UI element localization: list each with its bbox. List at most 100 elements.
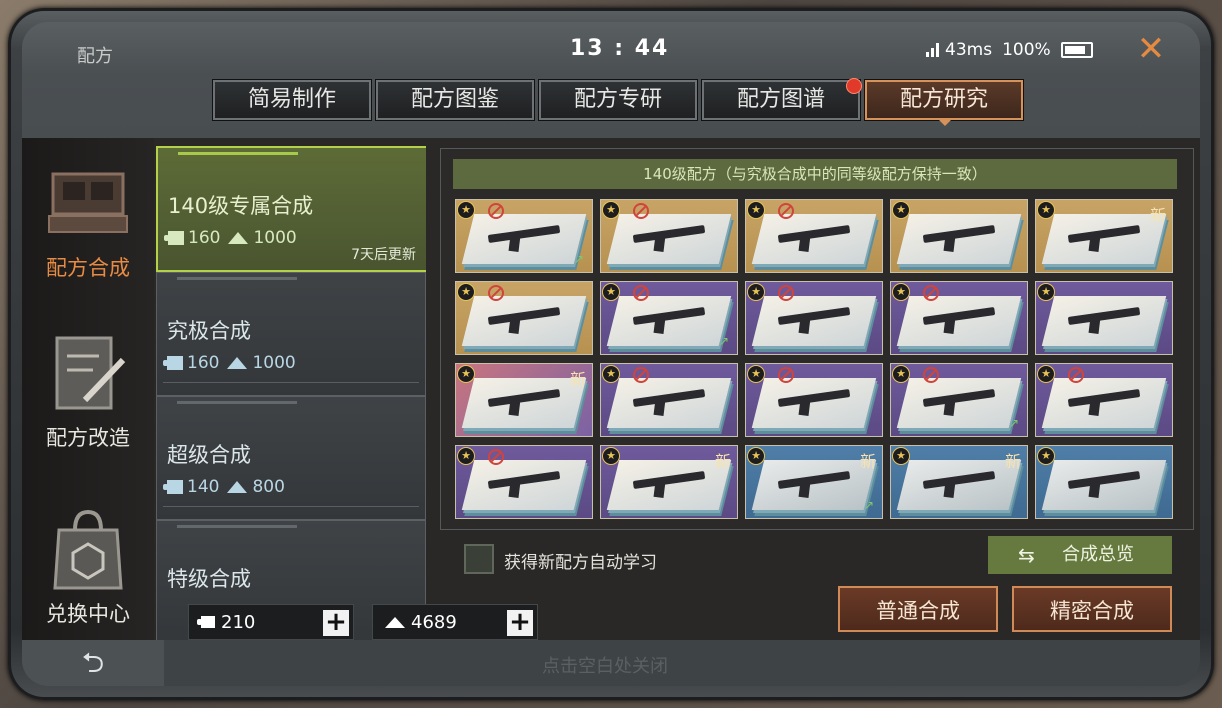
- tab-simple-craft[interactable]: 简易制作: [213, 80, 371, 120]
- recipe-card[interactable]: ★: [455, 445, 593, 519]
- blueprint-paper: [751, 378, 877, 428]
- recipe-item-super[interactable]: 超级合成 140 800: [156, 396, 426, 520]
- recipe-card[interactable]: ★: [600, 199, 738, 273]
- star-icon: ★: [1037, 283, 1055, 301]
- grid-header: 140级配方（与究极合成中的同等级配方保持一致）: [453, 159, 1177, 189]
- blueprint-paper: [461, 378, 587, 428]
- star-icon: ★: [457, 201, 475, 219]
- main-panel: 配方合成 配方改造 兑换中心 140级专属合成 160 1000 7天后更新 究…: [22, 138, 1200, 640]
- recipe-card[interactable]: ★ 新: [455, 363, 593, 437]
- new-badge: 新: [1004, 452, 1021, 471]
- recipe-name: 究极合成: [167, 319, 251, 343]
- nav-recipe-synthesis[interactable]: 配方合成: [22, 160, 154, 282]
- tab-recipe-catalog[interactable]: 配方图鉴: [376, 80, 534, 120]
- star-icon: ★: [457, 365, 475, 383]
- recipe-card[interactable]: ★ 新 ↗: [745, 445, 883, 519]
- recipe-card[interactable]: ★: [600, 363, 738, 437]
- nav-recipe-modify[interactable]: 配方改造: [22, 330, 154, 452]
- blueprint-paper: [896, 460, 1022, 510]
- recipe-item-ultimate[interactable]: 究极合成 160 1000: [156, 272, 426, 396]
- normal-synthesis-button[interactable]: 普通合成: [838, 586, 998, 632]
- star-icon: ★: [892, 201, 910, 219]
- close-hint: 点击空白处关闭: [542, 656, 668, 677]
- trend-icon: ↗: [863, 498, 874, 512]
- auto-learn-checkbox[interactable]: [464, 544, 494, 574]
- blueprint-paper: [461, 296, 587, 346]
- locked-icon: [488, 203, 504, 219]
- game-screen: 配方 13 : 44 43ms 100% ✕ 简易制作 配方图鉴 配方专研 配方…: [22, 22, 1200, 686]
- add-ingot-button[interactable]: +: [507, 609, 533, 636]
- fragment-icon: [163, 480, 183, 494]
- back-button[interactable]: ⮌: [22, 640, 164, 686]
- tab-recipe-research[interactable]: 配方研究: [865, 80, 1023, 126]
- tab-recipe-map[interactable]: 配方图谱: [702, 78, 862, 120]
- star-icon: ★: [892, 365, 910, 383]
- ingot-icon: [228, 232, 249, 244]
- nav-exchange-center[interactable]: 兑换中心: [22, 506, 154, 628]
- locked-icon: [1068, 367, 1084, 383]
- recipe-item-140[interactable]: 140级专属合成 160 1000 7天后更新: [156, 146, 426, 272]
- recipe-name: 超级合成: [167, 443, 251, 467]
- recipe-card[interactable]: ★: [455, 281, 593, 355]
- recipe-card[interactable]: ★ ↗: [455, 199, 593, 273]
- star-icon: ★: [747, 283, 765, 301]
- new-badge: 新: [569, 370, 586, 389]
- recipe-card[interactable]: ★: [745, 281, 883, 355]
- add-fragment-button[interactable]: +: [323, 609, 349, 636]
- nav-label: 配方改造: [46, 426, 130, 450]
- divider: [163, 506, 419, 507]
- decor-line: [177, 525, 297, 528]
- fragment-icon: [163, 356, 183, 370]
- blueprint-paper: [1041, 378, 1167, 428]
- locked-icon: [633, 367, 649, 383]
- recipe-costs: 160 1000: [164, 228, 297, 248]
- precise-synthesis-button[interactable]: 精密合成: [1012, 586, 1172, 632]
- star-icon: ★: [1037, 201, 1055, 219]
- blueprint-paper: [1041, 460, 1167, 510]
- recipe-card[interactable]: ★: [890, 281, 1028, 355]
- new-badge: 新: [1149, 206, 1166, 225]
- recipe-card[interactable]: ★ 新: [600, 445, 738, 519]
- ingot-cost: 800: [252, 477, 285, 497]
- blueprint-paper: [896, 214, 1022, 264]
- locked-icon: [778, 285, 794, 301]
- locked-icon: [923, 285, 939, 301]
- blueprint-paper: [606, 214, 732, 264]
- ingot-icon: [227, 357, 248, 369]
- close-icon[interactable]: ✕: [1134, 32, 1168, 66]
- recipe-card[interactable]: ★: [890, 199, 1028, 273]
- blueprint-paper: [751, 214, 877, 264]
- device-frame: 配方 13 : 44 43ms 100% ✕ 简易制作 配方图鉴 配方专研 配方…: [0, 0, 1222, 708]
- recipe-card[interactable]: ★ ↗: [890, 363, 1028, 437]
- tab-recipe-study[interactable]: 配方专研: [539, 80, 697, 120]
- recipe-card[interactable]: ★: [745, 363, 883, 437]
- recipe-card[interactable]: ★ ↗: [600, 281, 738, 355]
- recipe-card[interactable]: ★ 新: [890, 445, 1028, 519]
- recipe-card[interactable]: ★: [1035, 363, 1173, 437]
- blueprint-paper: [461, 214, 587, 264]
- recipe-card[interactable]: ★: [1035, 445, 1173, 519]
- battery-icon: [1060, 42, 1093, 58]
- recipe-card-grid: ★ ↗ ★ ★ ★ ★ 新 ★ ★ ↗ ★ ★ ★ ★ 新 ★ ★ ★ ↗ ★ ★ ★ 新 ★ 新 ↗ ★ 新 ★: [455, 199, 1173, 519]
- piece-cost: 140: [187, 477, 220, 497]
- blueprint-paper: [1041, 296, 1167, 346]
- blueprint-paper: [751, 460, 877, 510]
- synthesis-overview-button[interactable]: ⇆ 合成总览: [988, 536, 1172, 574]
- star-icon: ★: [602, 365, 620, 383]
- ingot-cost: 1000: [253, 228, 297, 248]
- locked-icon: [488, 285, 504, 301]
- recipe-card[interactable]: ★: [745, 199, 883, 273]
- ingot-cost: 1000: [252, 353, 296, 373]
- back-icon: ⮌: [81, 646, 105, 679]
- blueprint-paper: [751, 296, 877, 346]
- recipe-costs: 160 1000: [163, 353, 296, 373]
- blueprint-paper: [896, 378, 1022, 428]
- ingot-count: 4689: [411, 611, 457, 633]
- recipe-card[interactable]: ★ 新: [1035, 199, 1173, 273]
- window-title: 配方: [77, 46, 113, 67]
- locked-icon: [633, 203, 649, 219]
- locked-icon: [488, 449, 504, 465]
- star-icon: ★: [602, 283, 620, 301]
- blueprint-paper: [606, 460, 732, 510]
- recipe-card[interactable]: ★: [1035, 281, 1173, 355]
